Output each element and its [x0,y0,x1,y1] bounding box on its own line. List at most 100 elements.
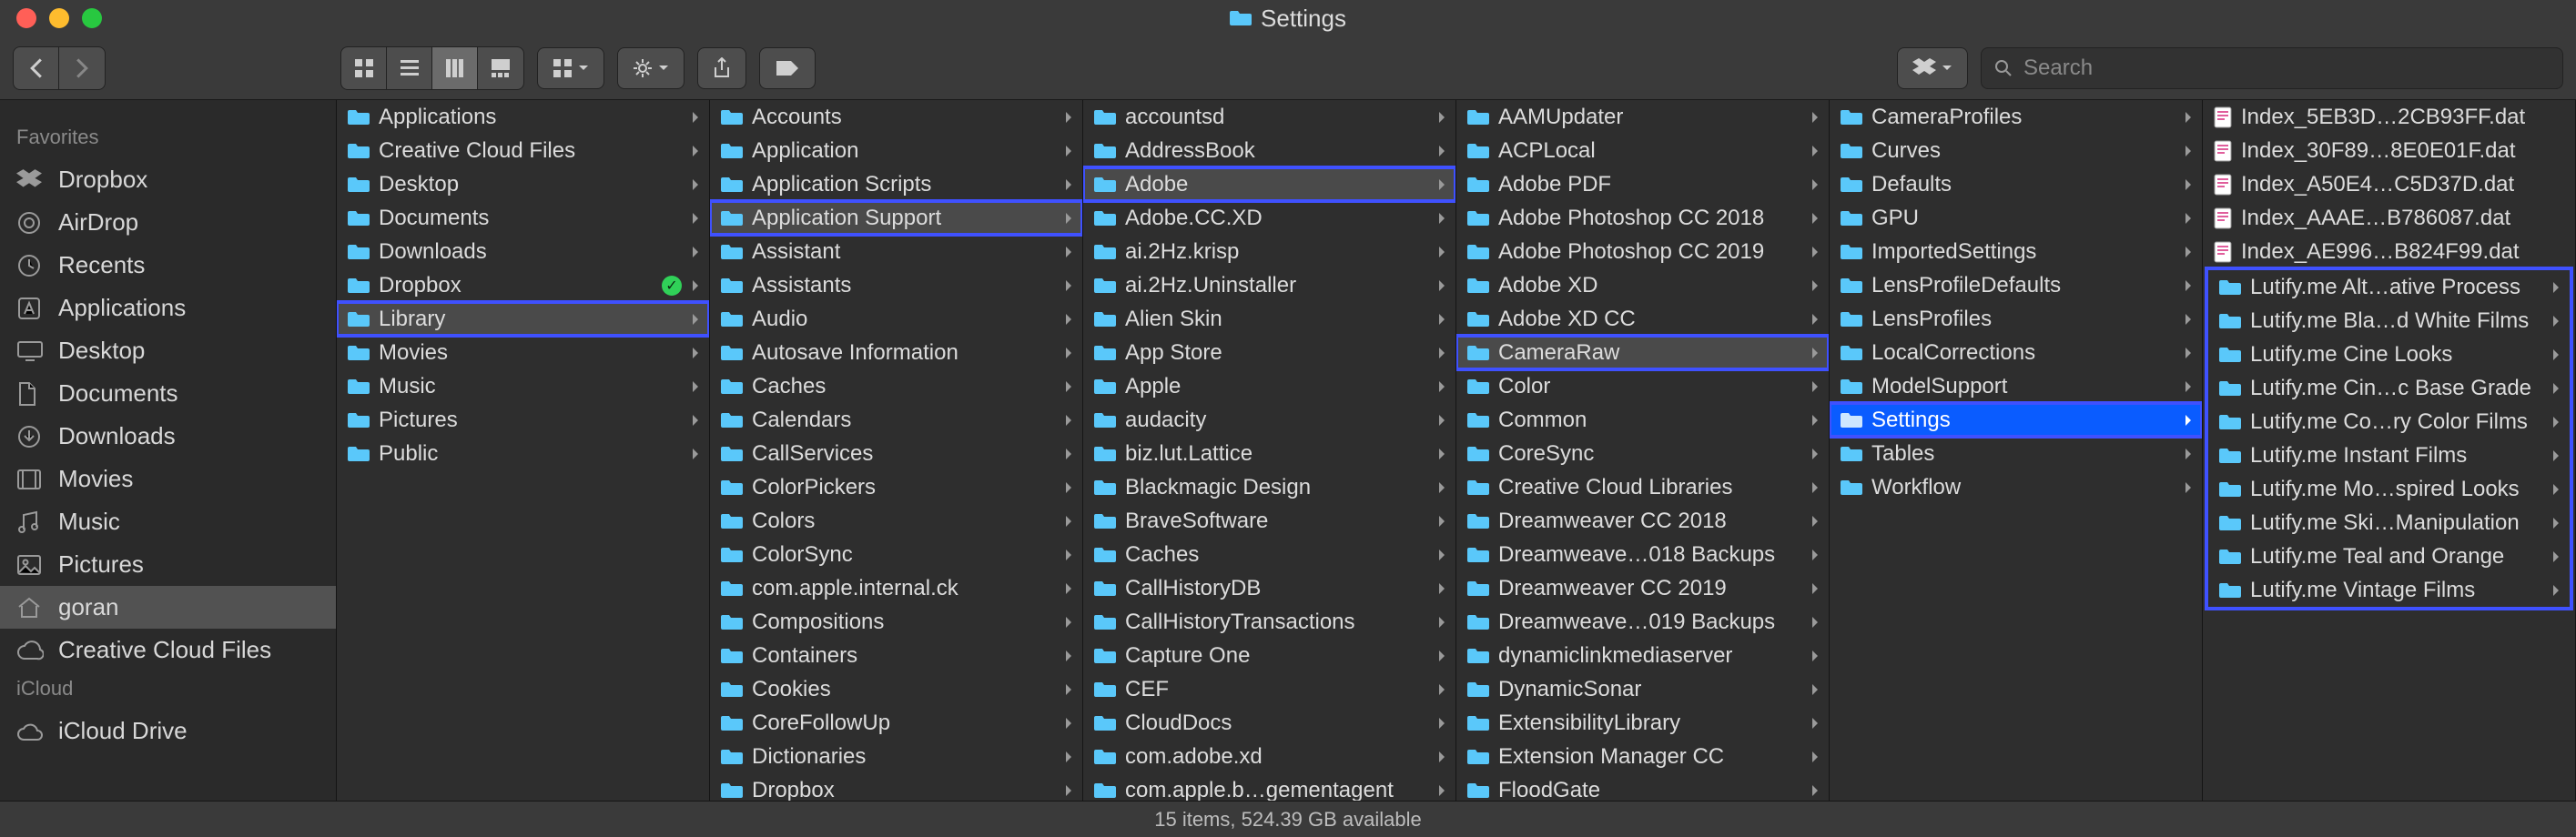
file-row[interactable]: Index_AE996…B824F99.dat [2203,235,2575,268]
folder-row[interactable]: Applications [337,100,709,134]
folder-row[interactable]: Downloads [337,235,709,268]
file-row[interactable]: Index_5EB3D…2CB93FF.dat [2203,100,2575,134]
sidebar-item[interactable]: Applications [0,287,336,329]
folder-row[interactable]: Dropbox [710,773,1082,801]
folder-row[interactable]: ColorPickers [710,470,1082,504]
folder-row[interactable]: Capture One [1083,639,1455,672]
sidebar-item[interactable]: Documents [0,372,336,415]
folder-row[interactable]: Dropbox✓ [337,268,709,302]
folder-row[interactable]: CoreSync [1456,437,1829,470]
column-view-button[interactable] [432,47,478,89]
folder-row[interactable]: Calendars [710,403,1082,437]
folder-row[interactable]: Lutify.me Co…ry Color Films [2208,405,2570,439]
back-button[interactable] [14,47,59,89]
folder-row[interactable]: FloodGate [1456,773,1829,801]
folder-row[interactable]: AAMUpdater [1456,100,1829,134]
list-view-button[interactable] [387,47,432,89]
sidebar-item[interactable]: Creative Cloud Files [0,629,336,671]
folder-row[interactable]: Curves [1830,134,2202,167]
folder-row[interactable]: Tables [1830,437,2202,470]
folder-row[interactable]: Dreamweaver CC 2019 [1456,571,1829,605]
sidebar-item[interactable]: Downloads [0,415,336,458]
sidebar-item[interactable]: Desktop [0,329,336,372]
folder-row[interactable]: com.adobe.xd [1083,740,1455,773]
folder-row[interactable]: GPU [1830,201,2202,235]
folder-row[interactable]: DynamicSonar [1456,672,1829,706]
folder-row[interactable]: Common [1456,403,1829,437]
tags-button[interactable] [759,47,816,89]
folder-row[interactable]: LensProfiles [1830,302,2202,336]
folder-row[interactable]: Colors [710,504,1082,538]
folder-row[interactable]: CEF [1083,672,1455,706]
folder-row[interactable]: Accounts [710,100,1082,134]
folder-row[interactable]: ai.2Hz.krisp [1083,235,1455,268]
search-input[interactable] [2023,55,2550,81]
folder-row[interactable]: Lutify.me Ski…Manipulation [2208,506,2570,540]
folder-row[interactable]: Settings [1830,403,2202,437]
group-by-button[interactable] [537,47,604,89]
folder-row[interactable]: Movies [337,336,709,369]
folder-row[interactable]: ColorSync [710,538,1082,571]
folder-row[interactable]: BraveSoftware [1083,504,1455,538]
folder-row[interactable]: Music [337,369,709,403]
folder-row[interactable]: Adobe PDF [1456,167,1829,201]
icon-view-button[interactable] [341,47,387,89]
zoom-window-button[interactable] [82,8,102,28]
folder-row[interactable]: AddressBook [1083,134,1455,167]
folder-row[interactable]: accountsd [1083,100,1455,134]
folder-row[interactable]: Desktop [337,167,709,201]
folder-row[interactable]: biz.lut.Lattice [1083,437,1455,470]
sidebar-item[interactable]: Movies [0,458,336,500]
folder-row[interactable]: Assistants [710,268,1082,302]
folder-row[interactable]: Adobe [1083,167,1455,201]
folder-row[interactable]: Application Scripts [710,167,1082,201]
folder-row[interactable]: Adobe Photoshop CC 2018 [1456,201,1829,235]
folder-row[interactable]: Library [337,302,709,336]
close-window-button[interactable] [16,8,36,28]
folder-row[interactable]: Assistant [710,235,1082,268]
folder-row[interactable]: Application [710,134,1082,167]
dropbox-toolbar-button[interactable] [1897,47,1968,89]
folder-row[interactable]: Dictionaries [710,740,1082,773]
file-row[interactable]: Index_A50E4…C5D37D.dat [2203,167,2575,201]
folder-row[interactable]: CameraProfiles [1830,100,2202,134]
folder-row[interactable]: CallHistoryTransactions [1083,605,1455,639]
folder-row[interactable]: Lutify.me Bla…d White Films [2208,304,2570,338]
folder-row[interactable]: Lutify.me Cin…c Base Grade [2208,371,2570,405]
sidebar-item[interactable]: Music [0,500,336,543]
file-row[interactable]: Index_30F89…8E0E01F.dat [2203,134,2575,167]
gallery-view-button[interactable] [478,47,523,89]
search-field[interactable] [1981,47,2563,89]
folder-row[interactable]: Dreamweaver CC 2018 [1456,504,1829,538]
folder-row[interactable]: Blackmagic Design [1083,470,1455,504]
folder-row[interactable]: Extension Manager CC [1456,740,1829,773]
file-row[interactable]: Index_AAAE…B786087.dat [2203,201,2575,235]
folder-row[interactable]: Public [337,437,709,470]
share-button[interactable] [697,47,746,89]
folder-row[interactable]: Adobe.CC.XD [1083,201,1455,235]
folder-row[interactable]: Lutify.me Instant Films [2208,439,2570,472]
folder-row[interactable]: ai.2Hz.Uninstaller [1083,268,1455,302]
folder-row[interactable]: Creative Cloud Libraries [1456,470,1829,504]
folder-row[interactable]: Defaults [1830,167,2202,201]
folder-row[interactable]: Caches [1083,538,1455,571]
folder-row[interactable]: ModelSupport [1830,369,2202,403]
folder-row[interactable]: Creative Cloud Files [337,134,709,167]
sidebar-item[interactable]: AirDrop [0,201,336,244]
folder-row[interactable]: CameraRaw [1456,336,1829,369]
folder-row[interactable]: Documents [337,201,709,235]
folder-row[interactable]: Color [1456,369,1829,403]
folder-row[interactable]: Containers [710,639,1082,672]
folder-row[interactable]: Lutify.me Mo…spired Looks [2208,472,2570,506]
folder-row[interactable]: Lutify.me Teal and Orange [2208,540,2570,573]
forward-button[interactable] [59,47,105,89]
folder-row[interactable]: CallServices [710,437,1082,470]
folder-row[interactable]: audacity [1083,403,1455,437]
folder-row[interactable]: App Store [1083,336,1455,369]
folder-row[interactable]: Apple [1083,369,1455,403]
folder-row[interactable]: Adobe XD CC [1456,302,1829,336]
folder-row[interactable]: ACPLocal [1456,134,1829,167]
sidebar-item[interactable]: iCloud Drive [0,710,336,752]
folder-row[interactable]: Cookies [710,672,1082,706]
folder-row[interactable]: Workflow [1830,470,2202,504]
